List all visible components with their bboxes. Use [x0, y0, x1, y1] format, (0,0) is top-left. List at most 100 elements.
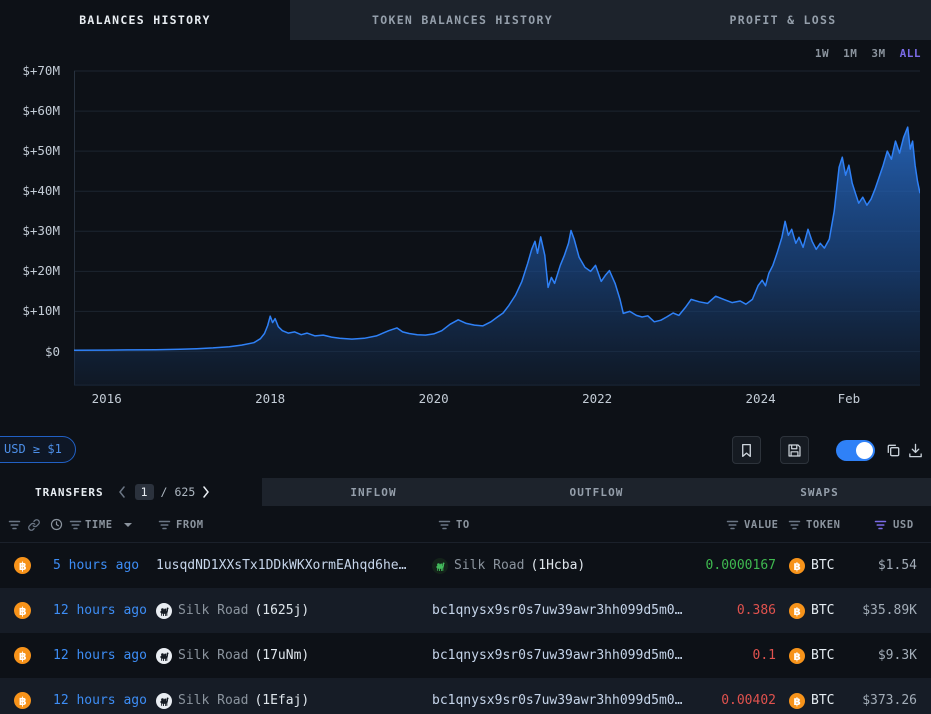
to-cell[interactable]: bc1qnysx9sr0s7uw39awr3hh099d5m0…: [432, 588, 682, 633]
transfer-time-link[interactable]: 5 hours ago: [53, 543, 139, 588]
y-axis-tick: $+50M: [0, 143, 66, 159]
download-icon: [907, 442, 924, 459]
time-sort-caret[interactable]: [124, 506, 132, 543]
transfer-usd-value: $35.89K: [862, 588, 917, 633]
transfers-table-header: TIME FROM TO VALUE TOKEN: [0, 506, 931, 543]
range-all[interactable]: ALL: [900, 47, 921, 60]
svg-text:฿: ฿: [794, 561, 801, 573]
svg-text:฿: ฿: [19, 560, 27, 573]
filter-icon: [158, 520, 171, 530]
y-axis-tick: $+30M: [0, 223, 66, 239]
token-cell[interactable]: ฿BTC: [789, 678, 834, 714]
to-cell[interactable]: bc1qnysx9sr0s7uw39awr3hh099d5m0…: [432, 633, 682, 678]
transfer-time-link[interactable]: 12 hours ago: [53, 678, 147, 714]
top-tab-bar: BALANCES HISTORY TOKEN BALANCES HISTORY …: [0, 0, 931, 40]
column-header-usd[interactable]: USD: [893, 506, 914, 543]
entity-address-tag: (1Hcba): [530, 558, 585, 573]
tab-transfers[interactable]: TRANSFERS 1 / 625: [0, 478, 262, 506]
column-header-from[interactable]: FROM: [176, 506, 204, 543]
time-filter-button[interactable]: [69, 506, 82, 543]
token-cell[interactable]: ฿ BTC: [789, 543, 834, 588]
transfer-row[interactable]: ฿ 12 hours agoSilk Road(1Efaj) bc1qnysx9sr…: [0, 678, 931, 714]
balance-history-area-chart[interactable]: [74, 68, 920, 386]
tab-token-balances-history[interactable]: TOKEN BALANCES HISTORY: [290, 0, 635, 40]
x-axis-tick: 2024: [716, 391, 806, 407]
save-icon: [786, 442, 803, 459]
transfer-time-link[interactable]: 12 hours ago: [53, 633, 147, 678]
from-filter-button[interactable]: [158, 506, 171, 543]
prev-page-button[interactable]: [118, 485, 128, 499]
x-axis-tick: 2022: [552, 391, 642, 407]
column-header-to[interactable]: TO: [456, 506, 470, 543]
tab-outflow[interactable]: OUTFLOW: [485, 478, 708, 506]
copy-button[interactable]: [884, 441, 902, 459]
usd-filter-chip[interactable]: USD ≥ $1: [0, 436, 76, 463]
link-icon: [27, 518, 41, 532]
from-cell[interactable]: 1usqdND1XXsTx1DDkWKXormEAhqd6he…: [156, 543, 406, 588]
bookmark-button[interactable]: [732, 436, 761, 464]
transfer-time-link[interactable]: 12 hours ago: [53, 588, 147, 633]
next-page-button[interactable]: [202, 485, 212, 499]
transfers-tab-bar: TRANSFERS 1 / 625 INFLOW OUTFLOW SWAPS: [0, 478, 931, 506]
range-3m[interactable]: 3M: [871, 47, 885, 60]
x-axis-tick: Feb: [804, 391, 894, 407]
from-cell[interactable]: Silk Road(1625j): [156, 588, 309, 633]
bitcoin-chain-icon: ฿: [14, 692, 31, 709]
filter-icon-active: [874, 520, 887, 530]
transfer-usd-value: $9.3K: [878, 633, 917, 678]
time-mode-button[interactable]: [50, 506, 63, 543]
value-filter-button[interactable]: [726, 506, 739, 543]
to-cell[interactable]: bc1qnysx9sr0s7uw39awr3hh099d5m0…: [432, 678, 682, 714]
from-address-link[interactable]: 1usqdND1XXsTx1DDkWKXormEAhqd6he…: [156, 558, 406, 573]
caret-down-icon: [124, 523, 132, 527]
to-address-link[interactable]: bc1qnysx9sr0s7uw39awr3hh099d5m0…: [432, 693, 682, 708]
tab-balances-history[interactable]: BALANCES HISTORY: [0, 0, 290, 40]
chart-toggle-switch[interactable]: [836, 440, 875, 461]
column-header-value[interactable]: VALUE: [744, 506, 779, 543]
token-symbol: BTC: [811, 558, 834, 573]
token-filter-button[interactable]: [788, 506, 801, 543]
bitcoin-chain-icon: ฿: [14, 647, 31, 664]
column-header-time[interactable]: TIME: [85, 506, 113, 543]
token-cell[interactable]: ฿BTC: [789, 588, 834, 633]
range-1m[interactable]: 1M: [843, 47, 857, 60]
y-axis-tick: $+20M: [0, 263, 66, 279]
to-address-link[interactable]: bc1qnysx9sr0s7uw39awr3hh099d5m0…: [432, 603, 682, 618]
from-cell[interactable]: Silk Road(1Efaj): [156, 678, 309, 714]
entity-address-tag: (1Efaj): [254, 693, 309, 708]
transfer-row[interactable]: ฿ 5 hours ago 1usqdND1XXsTx1DDkWKXormEAhqd…: [0, 543, 931, 588]
transfer-row[interactable]: ฿ 12 hours agoSilk Road(17uNm) bc1qnysx9sr…: [0, 633, 931, 678]
transfers-table-body: ฿ 5 hours ago 1usqdND1XXsTx1DDkWKXormEAhqd…: [0, 543, 931, 714]
svg-text:฿: ฿: [794, 696, 801, 708]
download-button[interactable]: [906, 441, 924, 459]
range-1w[interactable]: 1W: [815, 47, 829, 60]
filter-icon: [726, 520, 739, 530]
transfer-usd-value: $373.26: [862, 678, 917, 714]
entity-name: Silk Road: [454, 558, 524, 573]
svg-text:฿: ฿: [794, 651, 801, 663]
svg-text:฿: ฿: [19, 605, 27, 618]
column-header-token[interactable]: TOKEN: [806, 506, 841, 543]
filter-icon: [788, 520, 801, 530]
x-axis-tick: 2018: [225, 391, 315, 407]
to-filter-button[interactable]: [438, 506, 451, 543]
token-cell[interactable]: ฿BTC: [789, 633, 834, 678]
tab-swaps[interactable]: SWAPS: [708, 478, 931, 506]
clock-icon: [50, 518, 63, 531]
to-cell[interactable]: Silk Road (1Hcba): [432, 543, 585, 588]
entity-address-tag: (1625j): [254, 603, 309, 618]
tab-inflow[interactable]: INFLOW: [262, 478, 485, 506]
transfer-row[interactable]: ฿ 12 hours agoSilk Road(1625j) bc1qnysx9sr…: [0, 588, 931, 633]
chain-icon-cell: ฿: [14, 678, 31, 714]
bitcoin-chain-icon: ฿: [14, 557, 31, 574]
tab-profit-and-loss[interactable]: PROFIT & LOSS: [635, 0, 931, 40]
tx-link-column-icon[interactable]: [27, 506, 41, 543]
filter-icon: [8, 520, 21, 530]
to-address-link[interactable]: bc1qnysx9sr0s7uw39awr3hh099d5m0…: [432, 648, 682, 663]
save-view-button[interactable]: [780, 436, 809, 464]
usd-sort-button[interactable]: [874, 506, 887, 543]
chain-filter-button[interactable]: [8, 506, 21, 543]
from-cell[interactable]: Silk Road(17uNm): [156, 633, 309, 678]
silk-road-entity-icon: [156, 603, 172, 619]
token-symbol: BTC: [811, 603, 834, 618]
